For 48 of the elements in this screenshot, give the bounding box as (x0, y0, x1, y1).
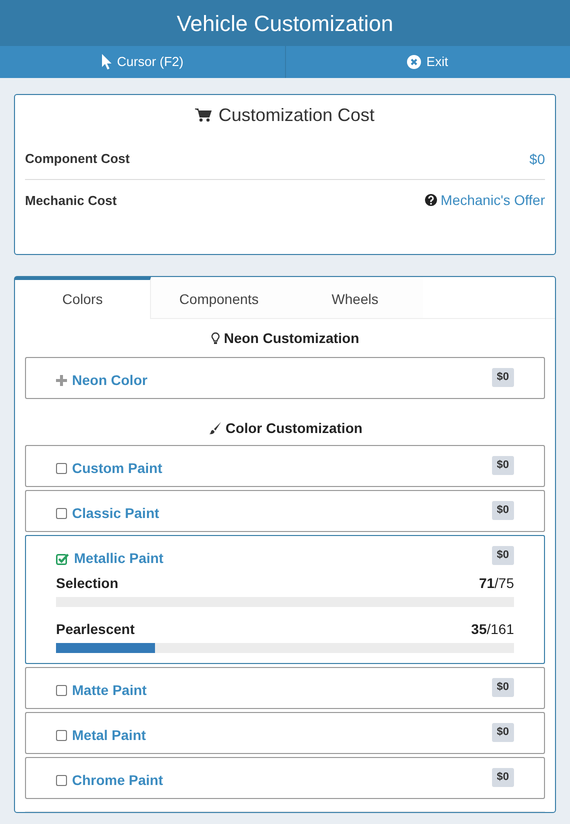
option-card[interactable]: Matte Paint $0 (25, 667, 545, 709)
option-label: Classic Paint (72, 504, 160, 523)
cost-label: Mechanic Cost (25, 192, 117, 210)
checkbox[interactable] (56, 685, 67, 696)
cost-label: Component Cost (25, 150, 130, 168)
option-label: Metallic Paint (74, 549, 164, 568)
price-badge: $0 (492, 678, 514, 696)
section-heading: Neon Customization (224, 328, 360, 348)
slider-label: Selection (56, 574, 118, 593)
slider-track[interactable] (56, 643, 514, 653)
mechanic-offer-link[interactable]: Mechanic's Offer (440, 190, 545, 211)
slider-reading: 35/161 (471, 620, 514, 639)
checkbox[interactable] (56, 552, 69, 564)
window-title: Vehicle Customization (176, 10, 394, 38)
plus-icon (56, 375, 67, 386)
option-label: Custom Paint (72, 459, 162, 478)
card-title: Customization Cost (218, 104, 375, 126)
help-icon (424, 194, 437, 207)
option-card[interactable]: Metallic Paint $0 Selection 71/75 Pearlescent 35/161 (25, 535, 545, 664)
option-card[interactable]: Custom Paint $0 (25, 445, 545, 487)
slider-reading: 71/75 (478, 574, 514, 593)
price-badge: $0 (492, 546, 514, 564)
option-label: Chrome Paint (72, 771, 164, 790)
option-card[interactable]: Classic Paint $0 (25, 490, 545, 532)
price-badge: $0 (492, 723, 514, 742)
cart-icon (195, 108, 212, 122)
option-label: Neon Color (72, 371, 148, 390)
option-label: Metal Paint (72, 726, 146, 745)
close-icon (407, 55, 422, 69)
checkbox[interactable] (56, 730, 67, 741)
section-heading: Color Customization (226, 418, 362, 438)
checkbox[interactable] (56, 508, 67, 519)
price-badge: $0 (492, 456, 514, 474)
lightbulb-icon (210, 332, 220, 344)
option-card[interactable]: Metal Paint $0 (25, 712, 545, 754)
checkbox[interactable] (56, 775, 67, 786)
option-card[interactable]: Chrome Paint $0 (25, 757, 545, 799)
cursor-icon (101, 54, 112, 70)
price-badge: $0 (492, 501, 514, 520)
option-label: Matte Paint (72, 681, 147, 700)
tab[interactable]: Colors (15, 277, 151, 319)
paintbrush-icon (208, 421, 222, 435)
cost-value: $0 (529, 150, 545, 168)
option-card[interactable]: Neon Color $0 (25, 357, 545, 399)
slider-label: Pearlescent (56, 620, 135, 639)
price-badge: $0 (492, 368, 514, 386)
price-badge: $0 (492, 768, 514, 786)
checkbox[interactable] (56, 463, 67, 474)
